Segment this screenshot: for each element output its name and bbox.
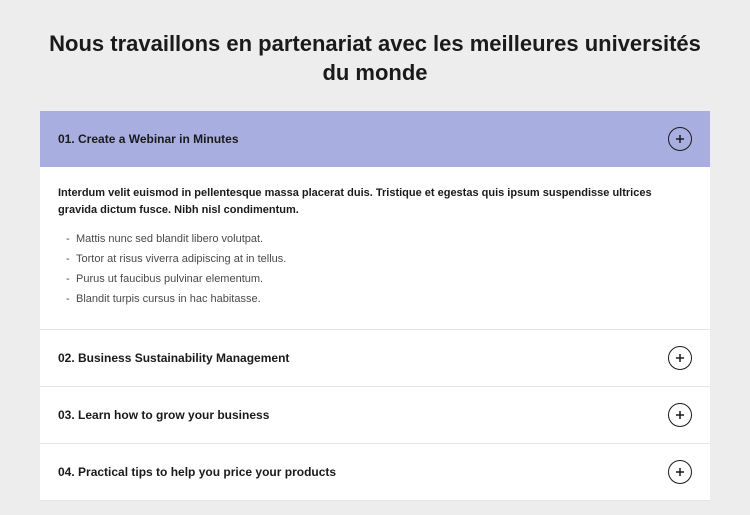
page-title: Nous travaillons en partenariat avec les… (40, 30, 710, 87)
accordion-header-2[interactable]: 02. Business Sustainability Management (40, 330, 710, 386)
accordion-item-1: 01. Create a Webinar in Minutes Interdum… (40, 111, 710, 330)
plus-icon (668, 460, 692, 484)
accordion-header-1[interactable]: 01. Create a Webinar in Minutes (40, 111, 710, 167)
accordion-title: 01. Create a Webinar in Minutes (58, 132, 239, 146)
accordion-item-4: 04. Practical tips to help you price you… (40, 444, 710, 501)
content-list: Mattis nunc sed blandit libero volutpat.… (58, 230, 692, 309)
list-item: Tortor at risus viverra adipiscing at in… (66, 250, 692, 270)
accordion-title: 02. Business Sustainability Management (58, 351, 289, 365)
list-item: Blandit turpis cursus in hac habitasse. (66, 290, 692, 310)
list-item: Mattis nunc sed blandit libero volutpat. (66, 230, 692, 250)
list-item: Purus ut faucibus pulvinar elementum. (66, 270, 692, 290)
plus-icon (668, 403, 692, 427)
accordion-title: 04. Practical tips to help you price you… (58, 465, 336, 479)
content-intro: Interdum velit euismod in pellentesque m… (58, 185, 692, 218)
plus-icon (668, 346, 692, 370)
accordion-item-2: 02. Business Sustainability Management (40, 330, 710, 387)
accordion-title: 03. Learn how to grow your business (58, 408, 269, 422)
accordion-header-4[interactable]: 04. Practical tips to help you price you… (40, 444, 710, 500)
accordion: 01. Create a Webinar in Minutes Interdum… (40, 111, 710, 501)
accordion-header-3[interactable]: 03. Learn how to grow your business (40, 387, 710, 443)
accordion-content-1: Interdum velit euismod in pellentesque m… (40, 167, 710, 329)
plus-icon (668, 127, 692, 151)
accordion-item-3: 03. Learn how to grow your business (40, 387, 710, 444)
